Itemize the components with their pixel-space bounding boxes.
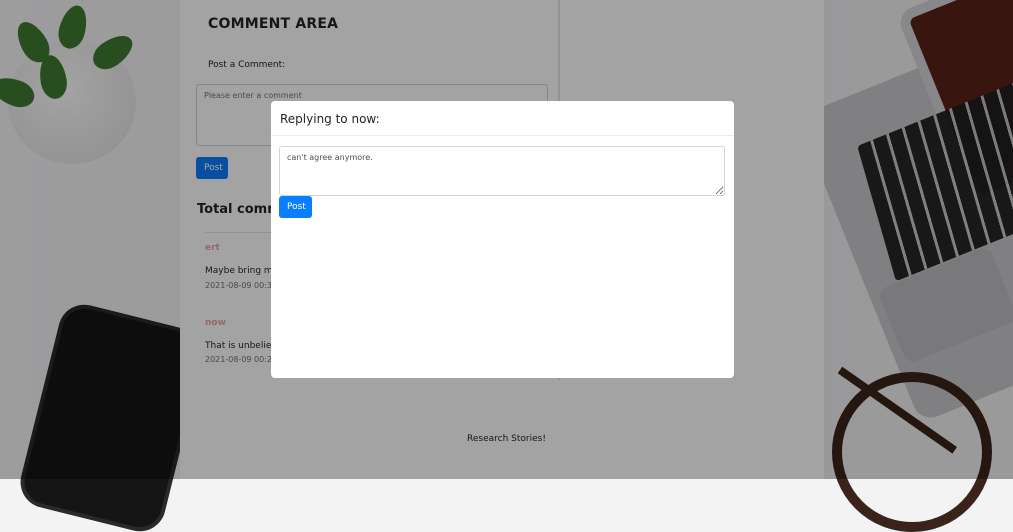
post-reply-button[interactable]: Post	[279, 196, 312, 218]
reply-input[interactable]: can't agree anymore.	[279, 146, 725, 196]
reply-modal: Replying to now: can't agree anymore. Po…	[271, 101, 734, 378]
modal-title: Replying to now:	[280, 112, 380, 126]
modal-header: Replying to now:	[271, 101, 734, 136]
